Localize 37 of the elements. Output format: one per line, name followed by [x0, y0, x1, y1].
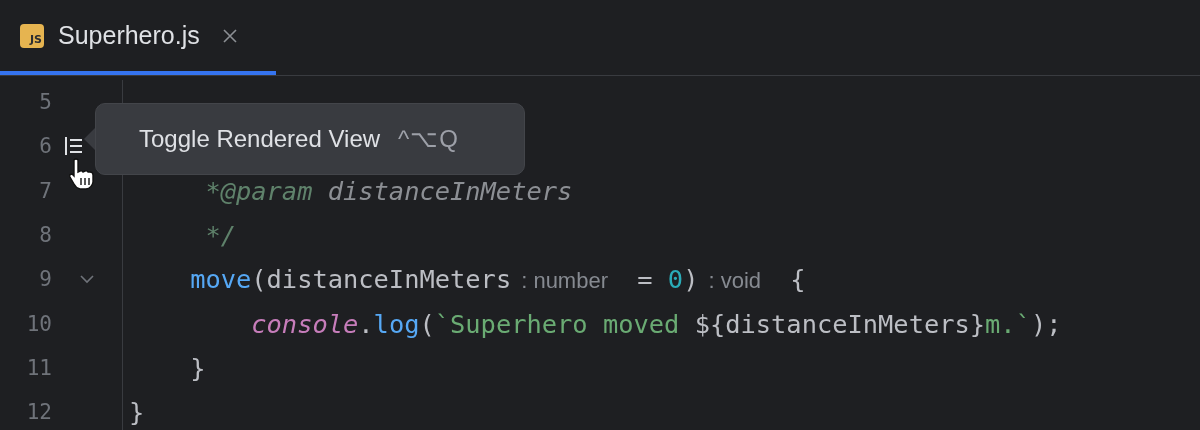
type-hint: : void [707, 268, 763, 295]
line-number: 9 [38, 267, 52, 292]
code-token: ) [683, 264, 699, 295]
code-token: move [189, 264, 252, 295]
close-icon[interactable] [221, 27, 238, 44]
code-token: *@param [204, 175, 313, 206]
code-token: (distanceInMeters [251, 264, 512, 295]
code-token: */ [204, 220, 236, 251]
line-number: 7 [38, 178, 52, 203]
line-number: 11 [25, 355, 52, 380]
line-number: 5 [38, 90, 52, 115]
type-hint: : number [520, 268, 609, 295]
code-token: `Superhero moved [434, 308, 681, 339]
shortcut-hint: ^⌥Q [398, 125, 459, 153]
code-token: console [250, 308, 359, 339]
fold-icon[interactable] [79, 274, 95, 285]
code-token: ( [419, 308, 435, 339]
code-token: ${distanceInMeters} [694, 308, 986, 339]
code-token: m.` [985, 308, 1031, 339]
hand-cursor-icon [68, 158, 96, 190]
rendered-view-icon[interactable] [64, 136, 84, 157]
code-token: distanceInMeters [326, 175, 573, 206]
code-token: ); [1030, 308, 1062, 339]
editor-tab[interactable]: JS Superhero.js [0, 0, 276, 75]
code-token: log [373, 308, 420, 339]
tooltip-label: Toggle Rendered View [139, 125, 381, 153]
line-number: 8 [38, 223, 52, 248]
line-number: 6 [38, 134, 52, 159]
code-token: 0 [667, 264, 684, 295]
code-token: } [189, 352, 206, 383]
code-token: . [358, 308, 374, 339]
line-number: 10 [25, 311, 52, 336]
code-token: } [129, 397, 145, 428]
code-token: = [636, 264, 654, 295]
code-token: { [789, 264, 806, 295]
js-file-icon: JS [20, 23, 44, 48]
line-number: 12 [25, 400, 52, 425]
